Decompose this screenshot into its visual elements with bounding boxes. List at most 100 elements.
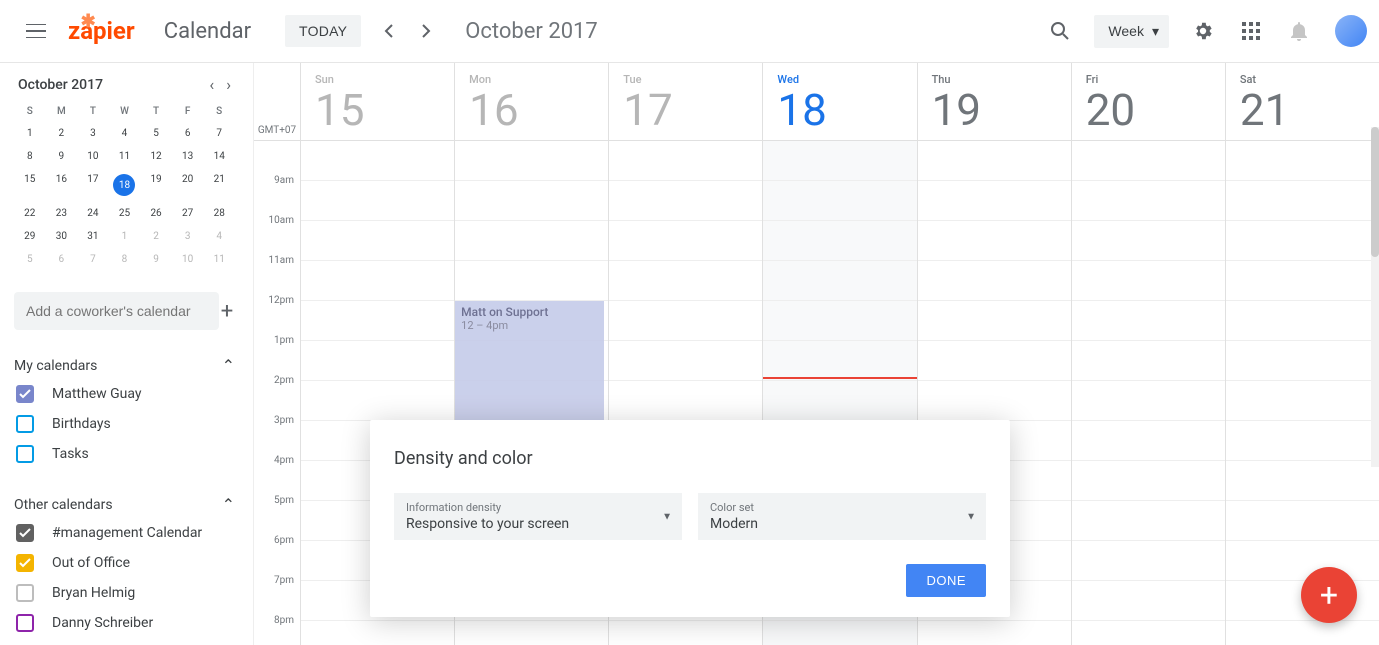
- calendar-checkbox[interactable]: [16, 415, 34, 433]
- mini-day[interactable]: 5: [14, 249, 46, 270]
- apps-icon[interactable]: [1231, 11, 1271, 51]
- mini-day[interactable]: 3: [77, 123, 109, 144]
- mini-day[interactable]: 30: [46, 226, 78, 247]
- settings-icon[interactable]: [1183, 11, 1223, 51]
- colorset-label: Color set: [710, 501, 974, 514]
- app-logo[interactable]: zapier✱ Calendar: [68, 17, 251, 45]
- calendar-item[interactable]: Matthew Guay: [14, 379, 235, 409]
- mini-day[interactable]: 13: [172, 146, 204, 167]
- add-coworker-plus-icon[interactable]: +: [219, 293, 235, 329]
- mini-prev-icon[interactable]: ‹: [209, 75, 214, 94]
- day-header[interactable]: Sat21: [1225, 63, 1379, 140]
- mini-day[interactable]: 27: [172, 203, 204, 224]
- create-event-fab[interactable]: +: [1301, 567, 1357, 623]
- calendar-checkbox[interactable]: [16, 614, 34, 632]
- mini-day[interactable]: 3: [172, 226, 204, 247]
- mini-day[interactable]: 18: [109, 169, 141, 201]
- calendar-item[interactable]: Danny Schreiber: [14, 608, 235, 638]
- calendar-checkbox[interactable]: [16, 584, 34, 602]
- mini-day[interactable]: 16: [46, 169, 78, 201]
- mini-day[interactable]: 4: [203, 226, 235, 247]
- mini-day[interactable]: 29: [14, 226, 46, 247]
- prev-week-icon[interactable]: [369, 12, 407, 50]
- day-header[interactable]: Sun15: [300, 63, 454, 140]
- mini-day[interactable]: 26: [140, 203, 172, 224]
- mini-day[interactable]: 28: [203, 203, 235, 224]
- account-avatar[interactable]: [1335, 15, 1367, 47]
- calendar-item[interactable]: #management Calendar: [14, 518, 235, 548]
- mini-day[interactable]: 1: [14, 123, 46, 144]
- day-column[interactable]: [1225, 141, 1379, 645]
- mini-day[interactable]: 2: [46, 123, 78, 144]
- calendar-checkbox[interactable]: [16, 445, 34, 463]
- density-select[interactable]: Information density Responsive to your s…: [394, 493, 682, 540]
- calendar-checkbox[interactable]: [16, 385, 34, 403]
- day-column[interactable]: [1071, 141, 1225, 645]
- done-button[interactable]: DONE: [906, 564, 986, 597]
- mini-day[interactable]: 6: [46, 249, 78, 270]
- view-selector[interactable]: Week▾: [1094, 15, 1169, 48]
- hour-label: 6pm: [254, 535, 300, 575]
- mini-day[interactable]: 21: [203, 169, 235, 201]
- mini-day[interactable]: 9: [140, 249, 172, 270]
- calendar-item[interactable]: Tasks: [14, 439, 235, 469]
- mini-day[interactable]: 10: [172, 249, 204, 270]
- mini-day[interactable]: 15: [14, 169, 46, 201]
- colorset-select[interactable]: Color set Modern ▼: [698, 493, 986, 540]
- mini-day[interactable]: 12: [140, 146, 172, 167]
- event-time: 12 – 4pm: [461, 319, 598, 332]
- mini-next-icon[interactable]: ›: [226, 75, 231, 94]
- my-calendars-header[interactable]: My calendars ⌃: [14, 352, 235, 379]
- search-icon[interactable]: [1040, 11, 1080, 51]
- view-label: Week: [1108, 23, 1144, 39]
- day-header[interactable]: Tue17: [608, 63, 762, 140]
- hour-label: 2pm: [254, 375, 300, 415]
- app-header: zapier✱ Calendar TODAY October 2017 Week…: [0, 0, 1379, 63]
- calendar-checkbox[interactable]: [16, 554, 34, 572]
- mini-day[interactable]: 5: [140, 123, 172, 144]
- mini-day[interactable]: 4: [109, 123, 141, 144]
- mini-day[interactable]: 14: [203, 146, 235, 167]
- mini-day[interactable]: 7: [77, 249, 109, 270]
- add-coworker-input[interactable]: [14, 292, 219, 330]
- next-week-icon[interactable]: [407, 12, 445, 50]
- menu-icon[interactable]: [12, 7, 60, 55]
- day-header[interactable]: Wed18: [762, 63, 916, 140]
- mini-day[interactable]: 1: [109, 226, 141, 247]
- mini-day[interactable]: 9: [46, 146, 78, 167]
- add-coworker: +: [14, 292, 235, 330]
- mini-day[interactable]: 11: [109, 146, 141, 167]
- mini-day[interactable]: 8: [14, 146, 46, 167]
- mini-day[interactable]: 24: [77, 203, 109, 224]
- mini-day[interactable]: 31: [77, 226, 109, 247]
- dialog-title: Density and color: [394, 448, 986, 469]
- day-header[interactable]: Thu19: [917, 63, 1071, 140]
- today-button[interactable]: TODAY: [285, 15, 361, 47]
- hour-label: 8pm: [254, 615, 300, 645]
- dropdown-icon: ▼: [966, 511, 976, 522]
- mini-day[interactable]: 11: [203, 249, 235, 270]
- notifications-icon[interactable]: [1279, 11, 1319, 51]
- mini-calendar[interactable]: SMTWTFS123456789101112131415161718192021…: [14, 102, 235, 270]
- mini-day[interactable]: 25: [109, 203, 141, 224]
- day-header[interactable]: Mon16: [454, 63, 608, 140]
- mini-day[interactable]: 7: [203, 123, 235, 144]
- mini-day[interactable]: 6: [172, 123, 204, 144]
- calendar-item[interactable]: Birthdays: [14, 409, 235, 439]
- mini-day[interactable]: 19: [140, 169, 172, 201]
- mini-day[interactable]: 8: [109, 249, 141, 270]
- mini-day[interactable]: 2: [140, 226, 172, 247]
- mini-day[interactable]: 22: [14, 203, 46, 224]
- day-header[interactable]: Fri20: [1071, 63, 1225, 140]
- sidebar: October 2017 ‹ › SMTWTFS1234567891011121…: [0, 63, 254, 645]
- mini-day[interactable]: 23: [46, 203, 78, 224]
- mini-day[interactable]: 10: [77, 146, 109, 167]
- calendar-item[interactable]: Bryan Helmig: [14, 578, 235, 608]
- mini-day[interactable]: 17: [77, 169, 109, 201]
- calendar-item[interactable]: Out of Office: [14, 548, 235, 578]
- mini-day[interactable]: 20: [172, 169, 204, 201]
- mini-dow: T: [77, 102, 109, 121]
- calendar-checkbox[interactable]: [16, 524, 34, 542]
- scrollbar[interactable]: [1371, 127, 1379, 467]
- other-calendars-header[interactable]: Other calendars ⌃: [14, 491, 235, 518]
